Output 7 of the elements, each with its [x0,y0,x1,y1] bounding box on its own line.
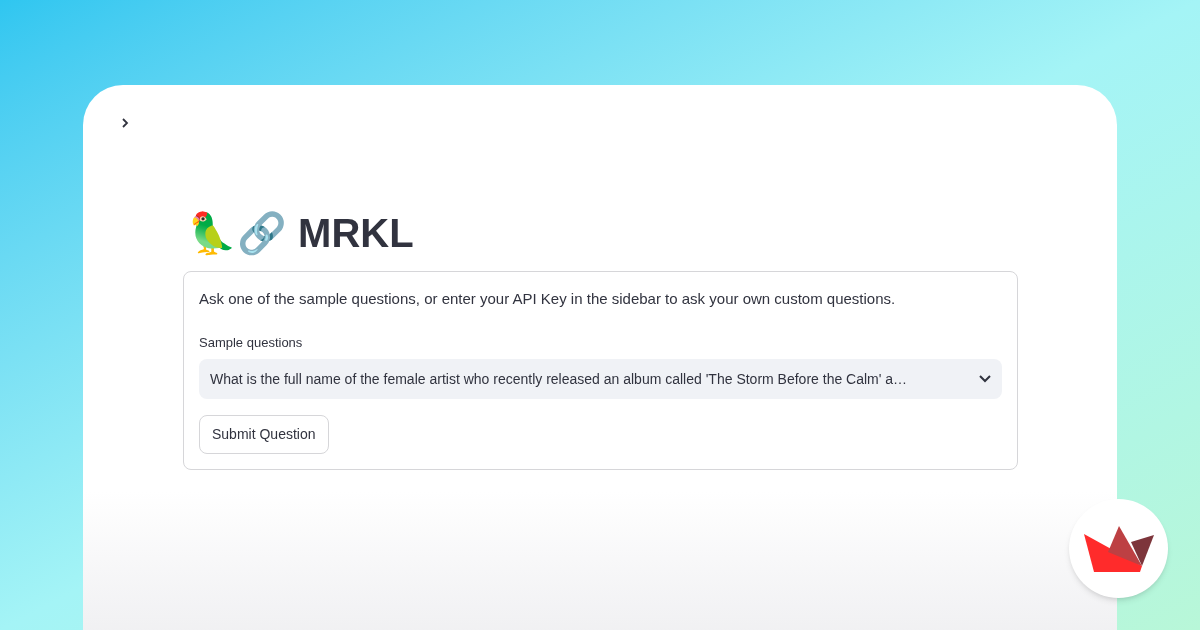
submit-button[interactable]: Submit Question [199,415,329,454]
instruction-text: Ask one of the sample questions, or enter your API Key in the sidebar to ask your own custom questions. [199,289,897,309]
chevron-right-icon [120,118,130,128]
boat-logo-icon [1083,525,1154,572]
select-label: Sample questions [199,333,303,352]
chevron-down-icon [979,375,991,383]
question-select[interactable]: What is the full name of the female artist who recently released an album called 'The Storm Before the Calm' a… [199,359,1002,399]
